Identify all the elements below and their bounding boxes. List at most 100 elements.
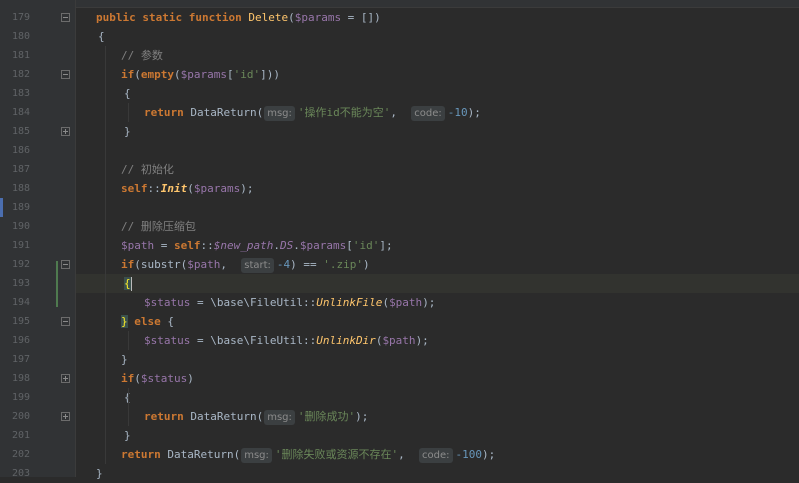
code-line[interactable]: { xyxy=(76,388,799,407)
fold-toggle-icon[interactable] xyxy=(61,13,70,22)
number-literal: -10 xyxy=(447,106,468,119)
code-line[interactable] xyxy=(76,198,799,217)
fold-end-icon[interactable] xyxy=(61,127,70,136)
fold-end-icon[interactable] xyxy=(61,374,70,383)
code-line[interactable]: // 初始化 xyxy=(76,160,799,179)
code-line[interactable]: self::Init($params); xyxy=(76,179,799,198)
code-line[interactable]: // 参数 xyxy=(76,46,799,65)
code-token: = \base\FileUtil:: xyxy=(190,296,317,309)
code-line[interactable]: return DataReturn(msg: '删除成功'); xyxy=(76,407,799,426)
code-line[interactable]: } else { xyxy=(76,312,799,331)
code-token: DataReturn( xyxy=(190,106,264,119)
line-number: 195 xyxy=(11,316,30,327)
fold-end-icon[interactable] xyxy=(61,412,70,421)
fold-toggle-icon[interactable] xyxy=(61,317,70,326)
function-name-token: Delete xyxy=(248,11,289,24)
code-content: if(substr($path, start: -4) == '.zip') xyxy=(121,255,370,274)
code-content: // 初始化 xyxy=(121,160,174,179)
code-content: } xyxy=(124,122,131,141)
parameter-hint: msg: xyxy=(264,106,295,121)
code-content: // 参数 xyxy=(121,46,163,65)
line-number: 201 xyxy=(11,430,30,441)
editor-top-strip xyxy=(0,0,799,8)
code-token: } xyxy=(124,429,131,442)
keyword-token: else xyxy=(127,315,168,328)
line-number: 185 xyxy=(11,126,30,137)
code-editor[interactable]: 179 180 181 182 183 184 185 186 187 188 189 190 191 1… xyxy=(0,0,799,480)
string-literal: 'id' xyxy=(352,239,380,252)
code-token: ) == xyxy=(290,258,324,271)
parameter-hint: start: xyxy=(241,258,274,273)
line-number-gutter[interactable]: 179 180 181 182 183 184 185 186 187 188 189 190 191 1… xyxy=(0,0,75,479)
code-line[interactable]: } xyxy=(76,426,799,445)
fold-toggle-icon[interactable] xyxy=(61,70,70,79)
code-line[interactable]: if(empty($params['id'])) xyxy=(76,65,799,84)
code-line[interactable]: } xyxy=(76,122,799,141)
code-line[interactable]: $status = \base\FileUtil::UnlinkFile($pa… xyxy=(76,293,799,312)
code-token: ); xyxy=(467,106,481,119)
code-content: $status = \base\FileUtil::UnlinkFile($pa… xyxy=(144,293,435,312)
indent-guide xyxy=(105,46,106,464)
line-number: 184 xyxy=(11,107,30,118)
code-line[interactable]: } xyxy=(76,350,799,369)
parameter-hint: msg: xyxy=(241,448,272,463)
code-token: ); xyxy=(240,182,254,195)
code-content: } xyxy=(96,464,103,483)
code-line[interactable]: public static function Delete($params = … xyxy=(76,8,799,27)
code-content: // 删除压缩包 xyxy=(121,217,196,236)
code-token: ) xyxy=(187,372,194,385)
code-content: { xyxy=(98,27,105,46)
code-token: . xyxy=(293,239,300,252)
keyword-token: self xyxy=(174,239,201,252)
code-token: ])) xyxy=(260,68,280,81)
indent-guide xyxy=(128,103,129,122)
code-line[interactable] xyxy=(76,141,799,160)
code-content: } xyxy=(124,426,131,445)
variable-token: $params xyxy=(299,239,347,252)
vcs-change-marker[interactable] xyxy=(56,261,58,307)
variable-token: $path xyxy=(389,296,423,309)
line-number: 180 xyxy=(11,31,30,42)
code-line[interactable]: if(substr($path, start: -4) == '.zip') xyxy=(76,255,799,274)
line-number: 186 xyxy=(11,145,30,156)
line-number: 179 xyxy=(11,12,30,23)
code-line[interactable]: { xyxy=(76,27,799,46)
line-number: 188 xyxy=(11,183,30,194)
code-line[interactable]: { xyxy=(76,84,799,103)
code-line[interactable]: } xyxy=(76,464,799,483)
code-content: public static function Delete($params = … xyxy=(96,8,381,27)
code-token: ]; xyxy=(379,239,393,252)
code-token: = []) xyxy=(341,11,381,24)
code-line[interactable]: return DataReturn(msg: '删除失败或资源不存在', code… xyxy=(76,445,799,464)
keyword-token: if xyxy=(121,372,135,385)
line-number: 183 xyxy=(11,88,30,99)
code-token: [ xyxy=(226,68,234,81)
parameter-hint: msg: xyxy=(264,410,295,425)
matched-brace: } xyxy=(121,315,128,328)
comment-text: // 参数 xyxy=(121,49,163,62)
code-token: { xyxy=(98,30,105,43)
code-line[interactable]: if($status) xyxy=(76,369,799,388)
code-content: self::Init($params); xyxy=(121,179,253,198)
line-number: 199 xyxy=(11,392,30,403)
line-number: 200 xyxy=(11,411,30,422)
code-line[interactable]: $status = \base\FileUtil::UnlinkDir($pat… xyxy=(76,331,799,350)
code-content: $status = \base\FileUtil::UnlinkDir($pat… xyxy=(144,331,429,350)
variable-token: $status xyxy=(144,296,191,309)
current-code-line[interactable]: { xyxy=(76,274,799,293)
code-line[interactable]: // 删除压缩包 xyxy=(76,217,799,236)
number-literal: -4 xyxy=(276,258,291,271)
code-line[interactable]: return DataReturn(msg: '操作id不能为空', code: -… xyxy=(76,103,799,122)
variable-token: $params xyxy=(294,11,342,24)
fold-toggle-icon[interactable] xyxy=(61,260,70,269)
constant-token: $new_path xyxy=(213,239,274,252)
keyword-token: return xyxy=(144,410,191,423)
line-number: 197 xyxy=(11,354,30,365)
indent-guide xyxy=(128,388,129,426)
indent-guide xyxy=(128,331,129,350)
parameter-hint: code: xyxy=(419,448,453,463)
code-line[interactable]: $path = self::$new_path.DS.$params['id']… xyxy=(76,236,799,255)
variable-token: $status xyxy=(140,372,188,385)
variable-token: $params xyxy=(180,68,227,81)
code-token: ( xyxy=(288,11,295,24)
